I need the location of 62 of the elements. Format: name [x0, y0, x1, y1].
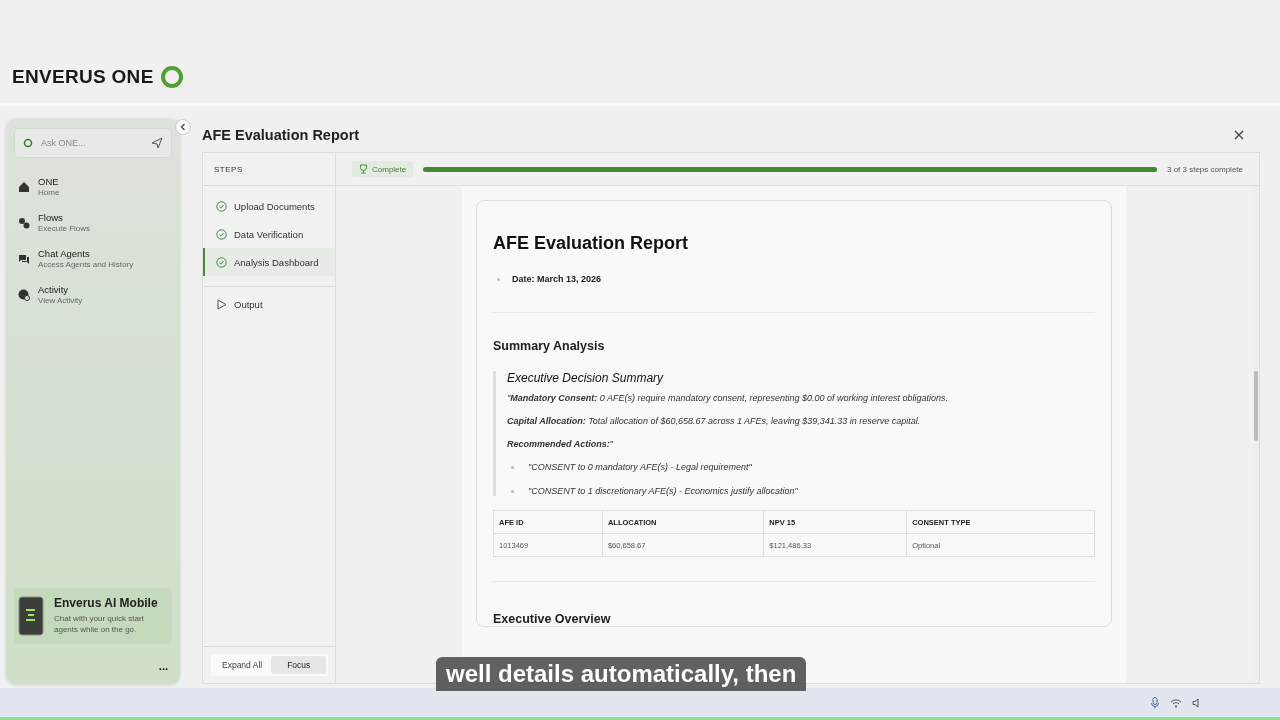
- summary-title: Executive Decision Summary: [507, 371, 665, 385]
- logo-text: ENVERUS ONE: [12, 66, 154, 88]
- nodes-icon: [18, 216, 30, 229]
- nav-title: Chat Agents: [38, 248, 91, 259]
- collapse-button[interactable]: [175, 119, 191, 135]
- summary-paragraph: Recommended Actions:": [507, 439, 615, 449]
- promo-text: Chat with your quick start agents while on the go.: [54, 614, 145, 636]
- status-badge: Complete: [352, 161, 414, 177]
- nav-item[interactable]: Chat Agents Access Agents and History: [18, 248, 172, 269]
- bullet-icon: [497, 277, 500, 281]
- steps-heading: STEPS: [214, 164, 243, 174]
- progress-reading: 3 of 3 steps complete: [1166, 164, 1243, 174]
- section-heading: Executive Overview: [493, 612, 612, 626]
- report-title: AFE Evaluation Report: [493, 233, 690, 254]
- panel-title: AFE Evaluation Report: [202, 127, 360, 143]
- nav-item[interactable]: Flows Execute Flows: [18, 212, 172, 233]
- ask-input[interactable]: Ask ONE...: [39, 137, 145, 149]
- nav-item[interactable]: Activity View Activity: [18, 284, 172, 305]
- summary-paragraph: Capital Allocation: Total allocation of $60,658.67 across 1 AFEs, leaving $39,341.33 in reserve capital.: [507, 416, 922, 426]
- nav-title: Activity: [38, 284, 70, 295]
- view-toggle-button[interactable]: Expand All: [213, 656, 272, 674]
- summary-paragraph: "Mandatory Consent: 0 AFE(s) require mandatory consent, representing $0.00 of working interest obligations.: [507, 393, 950, 403]
- nav-title: ONE: [38, 176, 60, 187]
- home-icon: [18, 180, 30, 193]
- play-icon: [216, 298, 227, 310]
- speaker-icon[interactable]: [1192, 697, 1202, 708]
- check-circle-icon: [216, 228, 227, 240]
- spinner-icon: [23, 138, 33, 148]
- report-date: Date: March 13, 2026: [512, 274, 602, 284]
- microphone-icon[interactable]: [1150, 696, 1160, 709]
- action-item: "CONSENT to 1 discretionary AFE(s) - Economics justify allocation": [528, 486, 798, 496]
- check-circle-icon: [216, 200, 227, 212]
- phone-icon: [18, 596, 44, 636]
- bullet-icon: [511, 465, 514, 469]
- nav-item[interactable]: ONE Home: [18, 176, 172, 197]
- trophy-icon: [359, 164, 368, 174]
- chat-icon: [18, 252, 30, 265]
- nav-subtitle: Access Agents and History: [38, 260, 134, 269]
- more-button[interactable]: ...: [154, 660, 172, 672]
- nav-subtitle: Execute Flows: [38, 224, 91, 233]
- bullet-icon: [511, 489, 514, 493]
- step-item[interactable]: Upload Documents: [203, 192, 335, 220]
- close-icon: [1234, 129, 1244, 140]
- promo-card[interactable]: Enverus AI Mobile Chat with your quick start agents while on the go.: [14, 588, 172, 644]
- view-toggle-button[interactable]: Focus: [271, 656, 327, 674]
- wifi-icon[interactable]: [1170, 697, 1182, 708]
- chevron-left-icon: [180, 123, 186, 131]
- activity-icon: [18, 288, 30, 301]
- promo-title: Enverus AI Mobile: [54, 596, 159, 610]
- step-item[interactable]: Analysis Dashboard: [203, 248, 335, 276]
- step-item[interactable]: Output: [203, 286, 335, 321]
- ask-field[interactable]: Ask ONE...: [14, 128, 172, 158]
- action-item: "CONSENT to 0 mandatory AFE(s) - Legal requirement": [528, 462, 752, 472]
- nav-subtitle: View Activity: [38, 296, 83, 305]
- nav-title: Flows: [38, 212, 64, 223]
- check-circle-icon: [216, 256, 227, 268]
- ring-logo-icon: [159, 65, 184, 89]
- video-caption: well details automatically, then: [436, 657, 807, 691]
- section-heading: Summary Analysis: [493, 339, 606, 353]
- nav-subtitle: Home: [38, 188, 60, 197]
- send-icon[interactable]: [151, 137, 163, 149]
- step-item[interactable]: Data Verification: [203, 220, 335, 248]
